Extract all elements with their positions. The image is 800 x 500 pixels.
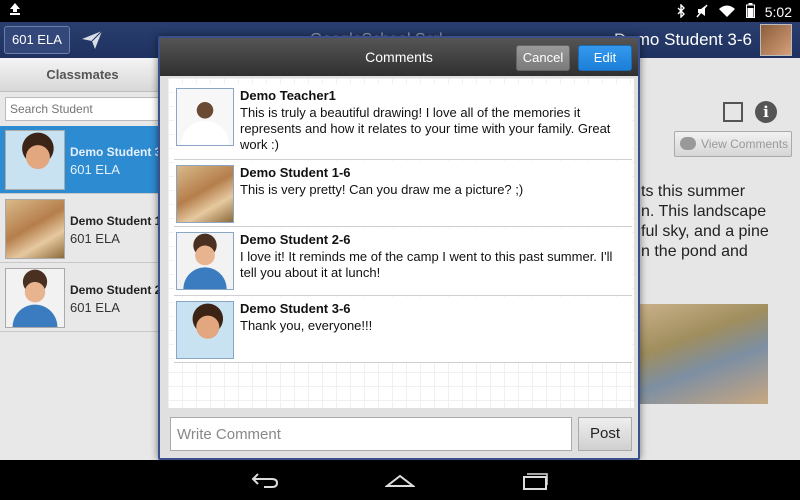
avatar — [5, 268, 65, 328]
compose-bar: Post — [168, 414, 634, 456]
avatar — [176, 301, 234, 359]
artwork-description: ts this summer n. This landscape ful sky… — [641, 182, 800, 262]
comment-item: Demo Student 1-6 This is very pretty! Ca… — [174, 161, 632, 227]
class-selector-button[interactable]: 601 ELA — [4, 26, 70, 54]
comment-text: Thank you, everyone!!! — [240, 318, 373, 333]
comment-author: Demo Student 1-6 — [240, 165, 351, 180]
comment-text: This is very pretty! Can you draw me a p… — [240, 182, 524, 197]
student-list-item-class: 601 ELA — [70, 162, 120, 177]
comment-item: Demo Student 3-6 Thank you, everyone!!! — [174, 297, 632, 363]
upload-icon — [8, 2, 22, 19]
battery-icon — [745, 3, 755, 21]
student-list-item[interactable]: Demo Student 2-6 601 ELA — [0, 264, 165, 332]
avatar — [176, 88, 234, 146]
student-list-item[interactable]: Demo Student 1-6 601 ELA — [0, 195, 165, 263]
student-list-item-name: Demo Student 3-6 — [70, 145, 165, 159]
artwork-image[interactable] — [640, 304, 768, 404]
view-comments-button[interactable]: View Comments — [674, 131, 792, 157]
student-list-item-name: Demo Student 2-6 — [70, 283, 165, 297]
student-list-item-class: 601 ELA — [70, 300, 120, 315]
clock: 5:02 — [764, 4, 792, 20]
description-line: ful sky, and a pine — [641, 223, 769, 240]
comments-dialog: Comments Cancel Edit Demo Teacher1 This … — [158, 36, 640, 460]
comment-text: This is truly a beautiful drawing! I lov… — [240, 105, 611, 152]
artwork-panel: i View Comments ts this summer n. This l… — [637, 58, 800, 460]
mute-icon — [696, 4, 708, 21]
comment-item: Demo Student 2-6 I love it! It reminds m… — [174, 228, 632, 296]
description-line: n the pond and — [641, 243, 748, 260]
cancel-button[interactable]: Cancel — [516, 45, 570, 71]
calendar-icon[interactable] — [723, 102, 743, 122]
home-icon[interactable] — [384, 468, 416, 492]
classmates-panel: Classmates Demo Student 3-6 601 ELA Demo… — [0, 58, 165, 460]
comment-author: Demo Student 3-6 — [240, 301, 351, 316]
back-icon[interactable] — [250, 468, 280, 492]
comment-text: I love it! It reminds me of the camp I w… — [240, 249, 613, 280]
avatar — [176, 232, 234, 290]
post-button[interactable]: Post — [578, 417, 632, 451]
screen: 5:02 601 ELA GoogleSchool.Scrl Demo Stud… — [0, 0, 800, 500]
comments-list[interactable]: Demo Teacher1 This is truly a beautiful … — [168, 78, 634, 408]
comment-author: Demo Teacher1 — [240, 88, 336, 103]
header-avatar — [760, 24, 792, 56]
search-student-input[interactable] — [5, 97, 165, 121]
student-list-item-class: 601 ELA — [70, 231, 120, 246]
dialog-header: Comments Cancel Edit — [160, 38, 638, 76]
comment-bubble-icon — [680, 137, 696, 150]
status-bar: 5:02 — [0, 0, 800, 22]
write-comment-input[interactable] — [170, 417, 572, 451]
avatar — [176, 165, 234, 223]
avatar — [5, 199, 65, 259]
info-icon[interactable]: i — [755, 101, 777, 123]
wifi-icon — [718, 4, 736, 21]
description-line: ts this summer — [641, 183, 746, 200]
navigation-bar — [0, 460, 800, 500]
view-comments-label: View Comments — [701, 137, 789, 151]
tab-classmates[interactable]: Classmates — [0, 58, 165, 92]
comment-item: Demo Teacher1 This is truly a beautiful … — [174, 84, 632, 160]
edit-button[interactable]: Edit — [578, 45, 632, 71]
description-line: n. This landscape — [641, 203, 767, 220]
comment-author: Demo Student 2-6 — [240, 232, 351, 247]
student-list-item-name: Demo Student 1-6 — [70, 214, 165, 228]
bluetooth-icon — [676, 2, 686, 21]
recent-apps-icon[interactable] — [520, 468, 550, 492]
student-list-item[interactable]: Demo Student 3-6 601 ELA — [0, 126, 165, 194]
avatar — [5, 130, 65, 190]
send-icon[interactable] — [80, 28, 104, 52]
